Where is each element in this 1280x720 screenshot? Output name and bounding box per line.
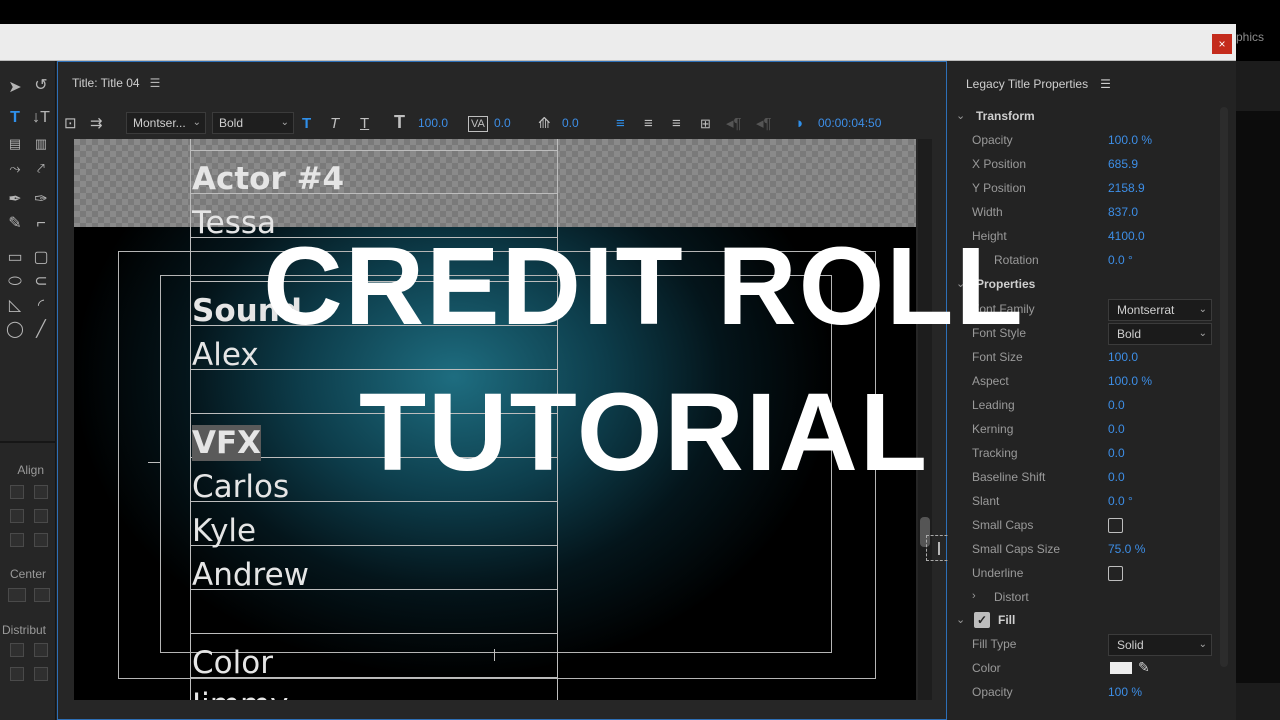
path-type-tool-icon[interactable]: ⤳ xyxy=(4,157,26,179)
distribute-label: Distribut xyxy=(2,623,47,637)
font-family-value: Montser... xyxy=(133,116,186,130)
font-size-value[interactable]: 100.0 xyxy=(418,116,448,130)
close-button[interactable]: × xyxy=(1212,34,1232,54)
align-right-icon[interactable] xyxy=(34,533,48,547)
small-caps-size-row: Small Caps Size 75.0 % xyxy=(972,542,1146,556)
chevron-right-icon: › xyxy=(972,590,976,602)
rotation-tool-icon[interactable]: ↺ xyxy=(30,75,52,97)
distort-section[interactable]: › Distort xyxy=(948,587,1236,609)
bold-icon[interactable]: T xyxy=(302,114,311,134)
opacity-row: Opacity 100.0 % xyxy=(972,133,1153,147)
area-type-tool-icon[interactable]: ▤ xyxy=(4,133,26,155)
tab-stops-icon[interactable]: ⇉ xyxy=(90,114,103,134)
credit-name[interactable]: Kyle xyxy=(192,513,256,549)
pen-tool-icon[interactable]: ✒ xyxy=(4,189,26,211)
properties-title: Legacy Title Properties xyxy=(966,77,1089,91)
credit-name[interactable]: Andrew xyxy=(192,557,309,593)
eyedropper-icon[interactable]: ✎ xyxy=(1138,659,1150,676)
align-middle-icon[interactable] xyxy=(34,509,48,523)
overlay-title-line1: CREDIT ROLL xyxy=(263,225,1025,348)
properties-header: Legacy Title Properties ☰ xyxy=(966,77,1111,91)
credit-name[interactable]: Jimmy xyxy=(192,687,289,700)
align-left-text-icon[interactable]: ≡ xyxy=(616,114,625,134)
slant-row: Slant 0.0 ° xyxy=(972,494,1133,508)
font-size-icon: T xyxy=(394,112,405,132)
chevron-down-icon: ⌄ xyxy=(192,117,201,128)
leading-value[interactable]: 0.0 xyxy=(562,116,579,130)
top-strip xyxy=(0,0,1280,24)
graphics-tab[interactable]: phics xyxy=(1236,30,1264,44)
new-title-icon[interactable]: ⊡ xyxy=(64,114,77,134)
fill-type-row: Fill Type Solid ⌄ xyxy=(948,634,1236,656)
paragraph-left-icon: ◂¶ xyxy=(726,115,742,132)
vertical-area-type-tool-icon[interactable]: ▥ xyxy=(30,133,52,155)
hamburger-icon[interactable]: ☰ xyxy=(150,76,161,90)
center-vertical-icon[interactable] xyxy=(34,588,50,602)
x-position-row: X Position 685.9 xyxy=(972,157,1139,171)
center-tick xyxy=(494,649,495,661)
chevron-down-icon: ⌄ xyxy=(956,614,966,626)
text-line-guide xyxy=(190,633,557,634)
fill-type-dropdown[interactable]: Solid ⌄ xyxy=(1108,634,1212,656)
distribute-top-icon[interactable] xyxy=(10,667,24,681)
distribute-bottom-icon[interactable] xyxy=(34,667,48,681)
credit-heading[interactable]: Color xyxy=(192,645,273,681)
width-row: Width 837.0 xyxy=(972,205,1139,219)
chevron-down-icon: ⌄ xyxy=(280,117,289,128)
vertical-path-type-tool-icon[interactable]: ⤤ xyxy=(30,157,52,179)
vertical-type-tool-icon[interactable]: ↓T xyxy=(30,107,52,129)
show-background-video-icon[interactable]: ◑ xyxy=(794,114,803,134)
fill-opacity-row: Opacity 100 % xyxy=(972,685,1143,699)
transform-section[interactable]: ⌄ Transform xyxy=(948,106,1236,128)
font-family-select[interactable]: Montser... ⌄ xyxy=(126,112,206,134)
font-style-value: Bold xyxy=(219,116,244,130)
align-center-text-icon[interactable]: ≡ xyxy=(644,114,653,134)
leading-icon: ⟰ xyxy=(538,115,551,132)
chevron-down-icon: ⌄ xyxy=(956,110,966,122)
distribute-left-icon[interactable] xyxy=(10,643,24,657)
type-tool-icon[interactable]: T xyxy=(4,107,26,129)
font-size-row: Font Size 100.0 xyxy=(972,350,1139,364)
font-style-select[interactable]: Bold ⌄ xyxy=(212,112,294,134)
credit-name[interactable]: Alex xyxy=(192,337,259,373)
small-caps-checkbox[interactable] xyxy=(1108,518,1123,533)
chevron-down-icon: ⌄ xyxy=(1198,639,1207,650)
kerning-value[interactable]: 0.0 xyxy=(494,116,511,130)
window-titlebar[interactable] xyxy=(0,24,1236,61)
align-top-icon[interactable] xyxy=(10,509,24,523)
color-row: Color ✎ xyxy=(972,659,1150,676)
delete-anchor-tool-icon[interactable]: ✑ xyxy=(30,189,52,211)
overlay-title-line2: TUTORIAL xyxy=(358,371,930,494)
fill-checkbox[interactable]: ✓ xyxy=(974,612,990,628)
align-bottom-icon[interactable] xyxy=(10,533,24,547)
editor-tab[interactable]: Title: Title 04 ☰ xyxy=(72,76,160,90)
hamburger-icon[interactable]: ☰ xyxy=(1100,77,1111,91)
tab-icon[interactable]: ⊞ xyxy=(700,114,711,134)
paragraph-right-icon: ◂¶ xyxy=(756,115,772,132)
underline-row: Underline xyxy=(948,563,1236,585)
credit-heading[interactable]: Actor #4 xyxy=(192,161,344,197)
fill-section[interactable]: ⌄ ✓ Fill xyxy=(948,610,1236,632)
y-position-row: Y Position 2158.9 xyxy=(972,181,1145,195)
small-caps-row: Small Caps xyxy=(948,515,1236,537)
italic-icon[interactable]: T xyxy=(330,114,339,134)
center-label: Center xyxy=(9,567,47,581)
kerning-icon: VA xyxy=(468,116,488,132)
timecode-value[interactable]: 00:00:04:50 xyxy=(818,116,881,130)
selection-tool-icon[interactable]: ➤ xyxy=(4,77,26,99)
editor-tab-title: Title: Title 04 xyxy=(72,76,140,90)
align-right-text-icon[interactable]: ≡ xyxy=(672,114,681,134)
underline-checkbox[interactable] xyxy=(1108,566,1123,581)
text-line-guide xyxy=(190,150,557,151)
distribute-center-icon[interactable] xyxy=(34,643,48,657)
underline-icon[interactable]: T xyxy=(360,114,369,134)
color-swatch[interactable] xyxy=(1110,662,1132,674)
title-toolbar: ⊡ ⇉ Montser... ⌄ Bold ⌄ T T T T 100.0 VA 0… xyxy=(58,110,946,138)
center-horizontal-icon[interactable] xyxy=(8,588,26,602)
